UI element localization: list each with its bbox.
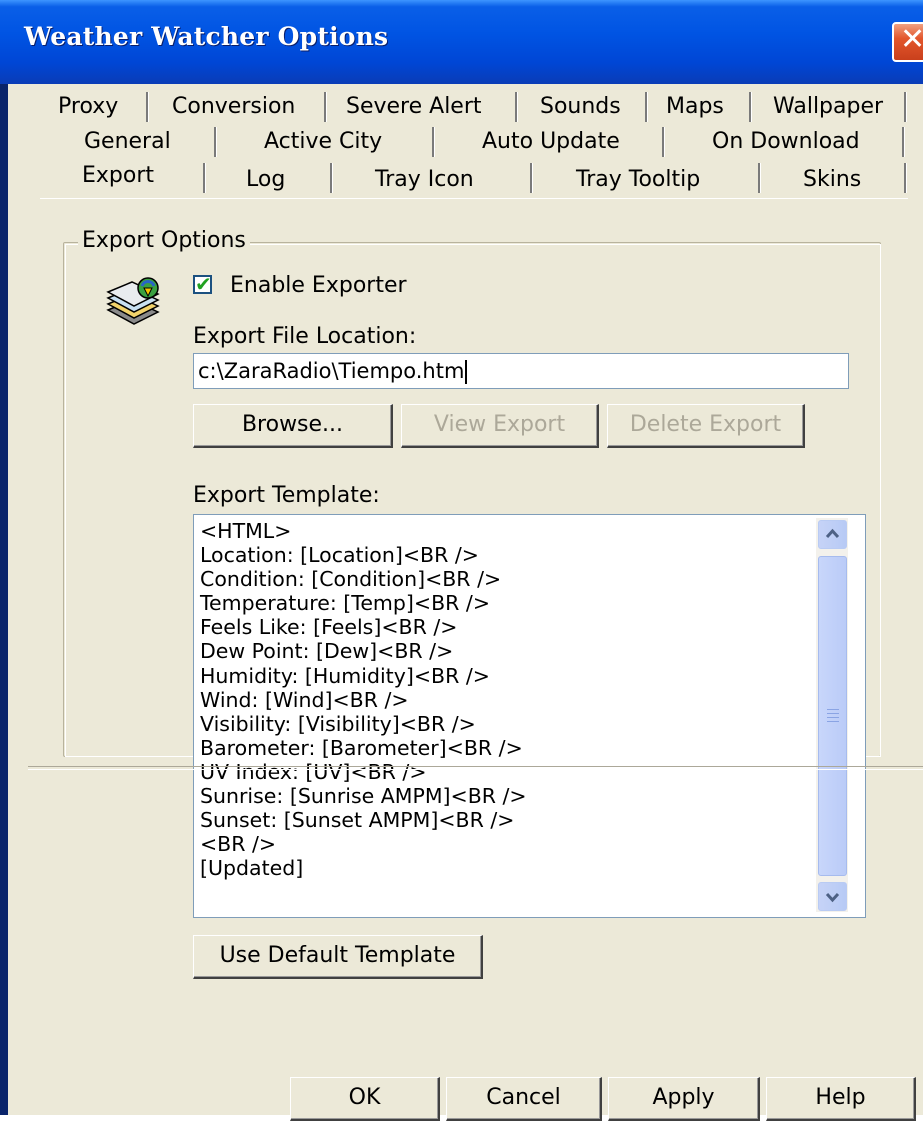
tab-log[interactable]: Log — [246, 164, 285, 200]
template-line: Feels Like: [Feels]<BR /> — [200, 615, 458, 640]
text-caret — [465, 360, 468, 384]
tab-separator — [902, 127, 905, 157]
tab-separator — [515, 92, 518, 122]
chevron-down-icon — [825, 892, 840, 903]
tab-on-download[interactable]: On Download — [712, 126, 860, 162]
template-line: Barometer: [Barometer]<BR /> — [200, 735, 523, 760]
tab-separator — [203, 163, 206, 193]
footer-separator — [28, 766, 923, 770]
close-button[interactable]: ✕ — [892, 22, 923, 62]
cancel-button[interactable]: Cancel — [446, 1077, 602, 1121]
tab-sounds[interactable]: Sounds — [540, 91, 621, 127]
browse-button[interactable]: Browse... — [193, 404, 393, 448]
grip-line — [827, 721, 839, 722]
tab-tray-tooltip[interactable]: Tray Tooltip — [576, 164, 700, 200]
tab-separator — [330, 163, 333, 193]
template-line: Location: [Location]<BR /> — [200, 543, 479, 568]
export-template-label: Export Template: — [193, 483, 380, 508]
tab-general[interactable]: General — [84, 126, 171, 162]
template-line: Visibility: [Visibility]<BR /> — [200, 711, 476, 736]
tab-skins[interactable]: Skins — [803, 164, 861, 200]
template-line: Humidity: [Humidity]<BR /> — [200, 663, 490, 688]
tab-tray-icon[interactable]: Tray Icon — [375, 164, 474, 200]
scroll-thumb[interactable] — [818, 556, 847, 876]
view-export-button[interactable]: View Export — [401, 404, 599, 448]
tab-separator — [904, 163, 907, 193]
tab-conversion[interactable]: Conversion — [172, 91, 295, 127]
template-line: Temperature: [Temp]<BR /> — [200, 591, 490, 616]
tab-separator — [758, 163, 761, 193]
template-line: <HTML> — [200, 519, 292, 543]
tab-export[interactable]: Export — [82, 160, 154, 196]
help-button[interactable]: Help — [766, 1077, 916, 1121]
export-options-label: Export Options — [78, 228, 250, 253]
scroll-down-button[interactable] — [818, 882, 847, 911]
checkmark-icon: ✔ — [195, 272, 212, 296]
enable-exporter-checkbox[interactable]: ✔ — [193, 272, 212, 296]
template-line: Sunrise: [Sunrise AMPM]<BR /> — [200, 784, 527, 809]
template-line: Wind: [Wind]<BR /> — [200, 687, 409, 712]
tab-separator — [530, 163, 533, 193]
options-window: Weather Watcher Options ✕ Proxy Conversi… — [0, 0, 923, 1121]
enable-exporter-label[interactable]: Enable Exporter — [230, 273, 407, 298]
tab-separator — [749, 92, 752, 122]
template-line: <BR /> — [200, 832, 277, 857]
grip-line — [827, 717, 839, 718]
ok-button[interactable]: OK — [290, 1077, 440, 1121]
template-line: Condition: [Condition]<BR /> — [200, 567, 502, 592]
template-line: UV Index: [UV]<BR /> — [200, 759, 427, 784]
tab-separator — [645, 92, 648, 122]
window-title: Weather Watcher Options — [24, 22, 389, 51]
tab-separator — [324, 92, 327, 122]
delete-export-button[interactable]: Delete Export — [607, 404, 805, 448]
scroll-up-button[interactable] — [818, 520, 847, 549]
grip-line — [827, 713, 839, 714]
tab-separator — [432, 127, 435, 157]
tab-maps[interactable]: Maps — [666, 91, 724, 127]
tab-severe-alert[interactable]: Severe Alert — [346, 91, 482, 127]
export-stack-icon — [104, 274, 164, 334]
chevron-up-icon — [825, 528, 840, 539]
tab-active-city[interactable]: Active City — [264, 126, 382, 162]
tab-proxy[interactable]: Proxy — [58, 91, 118, 127]
close-icon: ✕ — [900, 22, 923, 57]
use-default-template-button[interactable]: Use Default Template — [193, 935, 483, 979]
tab-auto-update[interactable]: Auto Update — [482, 126, 620, 162]
apply-button[interactable]: Apply — [608, 1077, 760, 1121]
tab-separator — [904, 92, 907, 122]
export-template-textarea[interactable]: <HTML> Location: [Location]<BR /> Conditio… — [193, 514, 866, 918]
tab-separator — [662, 127, 665, 157]
tab-separator — [146, 92, 149, 122]
tab-separator — [214, 127, 217, 157]
title-bar[interactable]: Weather Watcher Options ✕ — [0, 0, 923, 84]
export-file-location-value: c:\ZaraRadio\Tiempo.htm — [198, 359, 465, 383]
grip-line — [827, 709, 839, 710]
template-line: Dew Point: [Dew]<BR /> — [200, 639, 454, 664]
export-template-content: <HTML> Location: [Location]<BR /> Conditio… — [200, 519, 527, 880]
template-line: Sunset: [Sunset AMPM]<BR /> — [200, 808, 515, 833]
tab-wallpaper[interactable]: Wallpaper — [773, 91, 883, 127]
export-file-location-label: Export File Location: — [193, 324, 417, 349]
export-file-location-input[interactable]: c:\ZaraRadio\Tiempo.htm — [193, 353, 849, 389]
template-scrollbar[interactable] — [816, 518, 848, 912]
template-line: [Updated] — [200, 856, 304, 881]
